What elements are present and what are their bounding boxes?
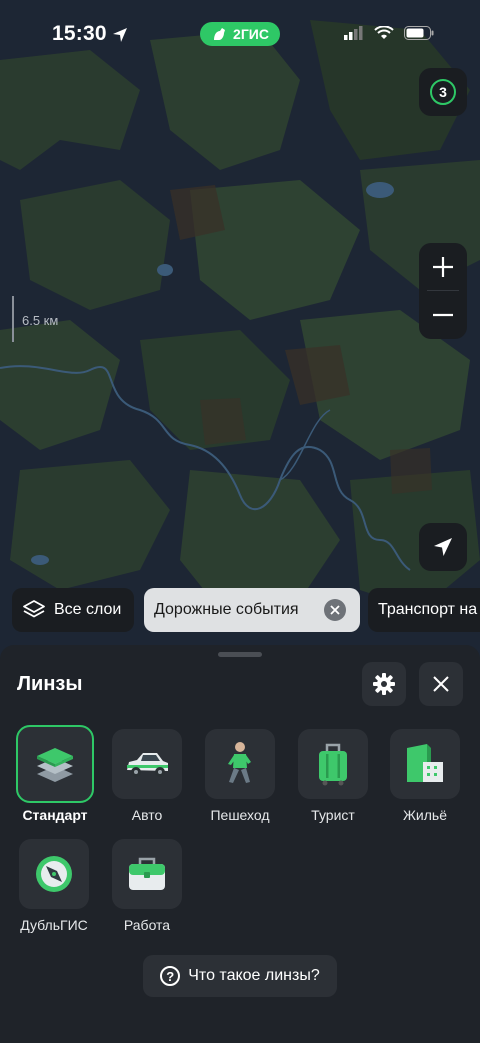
all-layers-label: Все слои — [54, 601, 122, 618]
brand-pill[interactable]: 2ГИС — [200, 22, 280, 46]
lens-pedestrian-label: Пешеход — [210, 807, 270, 823]
zoom-control — [419, 243, 467, 339]
lens-auto-tile[interactable] — [112, 729, 182, 799]
lens-pedestrian-tile[interactable] — [205, 729, 275, 799]
car-icon — [127, 753, 168, 777]
transport-chip[interactable]: Транспорт на — [368, 588, 480, 632]
lens-auto-label: Авто — [131, 807, 163, 823]
map-view[interactable] — [0, 0, 480, 660]
gear-icon — [373, 673, 395, 695]
zoom-out-button[interactable] — [419, 291, 467, 339]
lens-pedestrian[interactable]: Пешеход — [193, 729, 287, 823]
dog-logo-icon — [214, 28, 226, 40]
scale-bar — [12, 296, 14, 342]
brand-name: 2ГИС — [233, 26, 269, 42]
lens-doublegis-label: ДубльГИС — [20, 917, 88, 933]
lens-standard-label: Стандарт — [22, 807, 88, 823]
road-events-remove-button[interactable] — [324, 599, 346, 621]
lens-tourist[interactable]: Турист — [286, 729, 380, 823]
close-sheet-button[interactable] — [419, 662, 463, 706]
briefcase-icon — [129, 857, 165, 890]
what-are-lenses-button[interactable]: ? Что такое линзы? — [143, 955, 337, 997]
close-icon — [433, 676, 449, 692]
navigation-arrow-icon — [434, 538, 452, 556]
battery-icon — [404, 26, 434, 40]
pedestrian-icon — [228, 742, 251, 783]
lens-housing-label: Жильё — [403, 807, 447, 823]
status-bar: 15:30 2ГИС — [0, 0, 480, 70]
lens-standard[interactable]: Стандарт — [8, 725, 102, 823]
settings-button[interactable] — [362, 662, 406, 706]
lens-tourist-label: Турист — [311, 807, 355, 823]
suitcase-icon — [319, 743, 347, 786]
sheet-grabber[interactable] — [218, 652, 262, 657]
clock: 15:30 — [52, 22, 107, 45]
map-terrain — [0, 0, 480, 660]
layer-chips: Все слои Дорожные события Транспорт на — [0, 588, 480, 632]
lens-work[interactable]: Работа — [100, 839, 194, 933]
my-location-button[interactable] — [419, 523, 467, 571]
location-services-icon — [113, 28, 127, 42]
lens-auto[interactable]: Авто — [100, 729, 194, 823]
lens-doublegis[interactable]: ДубльГИС — [7, 839, 101, 933]
minus-icon — [433, 313, 453, 317]
question-icon: ? — [160, 966, 181, 986]
lens-housing[interactable]: Жильё — [378, 729, 472, 823]
lens-doublegis-tile[interactable] — [19, 839, 89, 909]
sheet-title: Линзы — [17, 673, 83, 695]
layers-stack-icon — [37, 748, 73, 782]
lens-work-label: Работа — [123, 917, 171, 933]
status-indicators — [344, 26, 434, 40]
plus-icon — [433, 257, 453, 277]
layers-icon — [23, 600, 45, 618]
what-are-lenses-label: Что такое линзы? — [188, 967, 320, 984]
scale-label: 6.5 км — [22, 313, 59, 328]
lenses-sheet: Линзы Стандарт Авто Пешеход Турист Жильё… — [0, 645, 480, 1043]
close-icon — [330, 605, 340, 615]
road-events-label: Дорожные события — [154, 601, 299, 618]
transport-label: Транспорт на — [378, 601, 478, 618]
lens-standard-tile[interactable] — [16, 725, 94, 803]
building-icon — [407, 744, 443, 782]
badge-count: 3 — [430, 79, 456, 105]
lens-tourist-tile[interactable] — [298, 729, 368, 799]
road-events-chip[interactable]: Дорожные события — [144, 588, 360, 632]
lens-housing-tile[interactable] — [390, 729, 460, 799]
notifications-badge-button[interactable]: 3 — [419, 68, 467, 116]
lens-work-tile[interactable] — [112, 839, 182, 909]
zoom-in-button[interactable] — [419, 243, 467, 291]
all-layers-chip[interactable]: Все слои — [12, 588, 134, 632]
cellular-signal-icon — [344, 26, 363, 40]
compass-icon — [36, 856, 72, 892]
wifi-icon — [374, 26, 394, 39]
